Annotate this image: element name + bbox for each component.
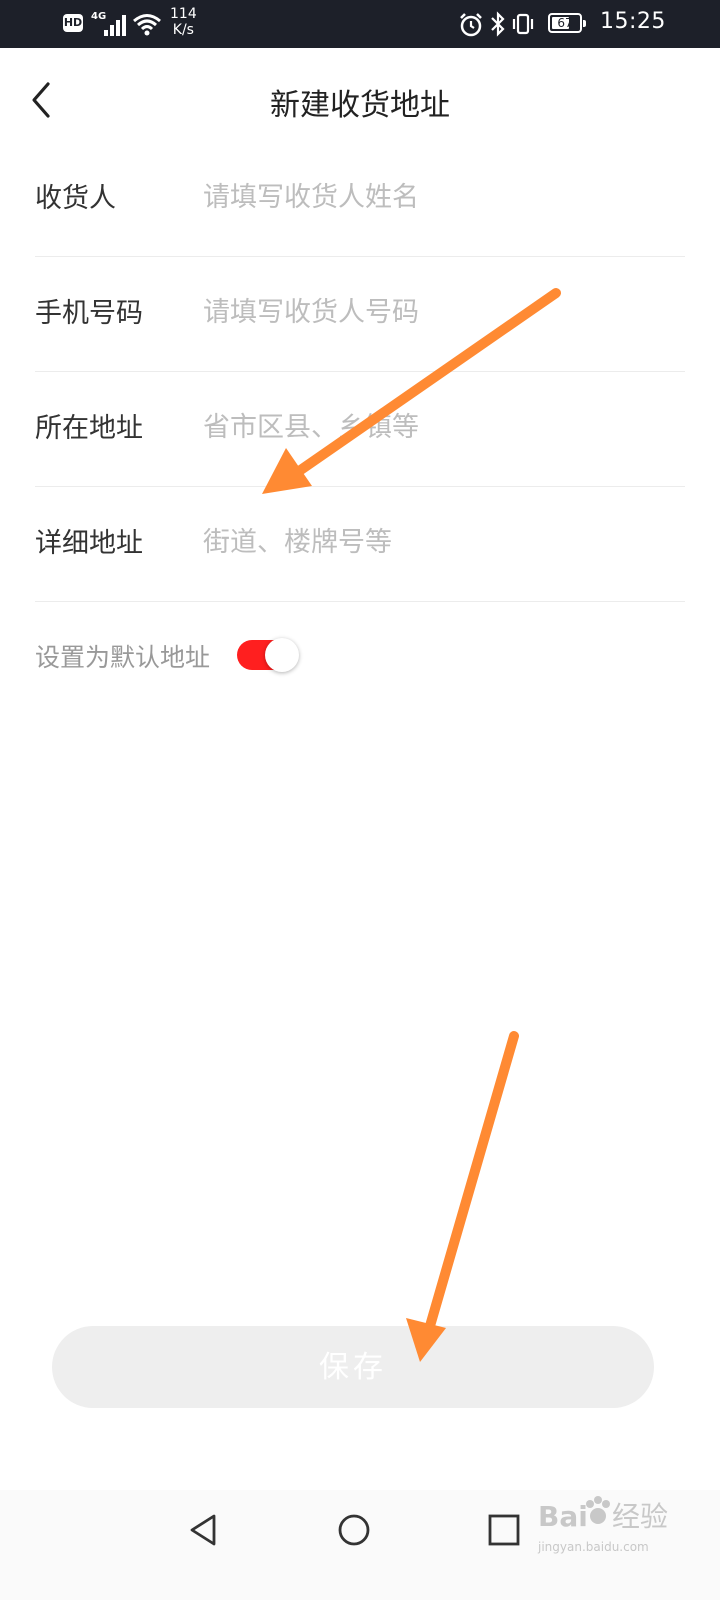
wifi-icon: [133, 14, 161, 36]
network-speed: 114 K/s: [170, 6, 197, 38]
page-title: 新建收货地址: [270, 88, 450, 123]
svg-text:经验: 经验: [612, 1500, 668, 1533]
form-row: 收货人: [35, 142, 685, 257]
alarm-icon: [460, 13, 482, 37]
form-row: 所在地址: [35, 372, 685, 487]
address-form: 收货人手机号码所在地址详细地址: [35, 142, 685, 602]
speed-value: 114: [170, 6, 197, 22]
recent-square-icon[interactable]: [484, 1510, 524, 1550]
form-row: 手机号码: [35, 257, 685, 372]
baidu-jingyan-watermark: Bai 经验 jingyan.baidu.com: [538, 1490, 688, 1560]
bluetooth-icon: [491, 11, 505, 37]
field-label: 所在地址: [35, 413, 143, 444]
svg-text:Bai: Bai: [538, 1500, 588, 1533]
status-bar: HD 4G 114 K/s 67 15:25: [0, 0, 720, 48]
signal-icon: [100, 14, 126, 36]
phone-number-input[interactable]: [201, 281, 675, 343]
default-address-row: 设置为默认地址: [35, 628, 685, 684]
field-label: 收货人: [35, 183, 116, 214]
watermark-logo: Bai 经验: [538, 1496, 668, 1533]
field-label: 手机号码: [35, 298, 143, 329]
default-address-label: 设置为默认地址: [35, 643, 211, 672]
field-label: 详细地址: [35, 528, 143, 559]
watermark-text: jingyan.baidu.com: [538, 1540, 649, 1554]
toggle-knob: [265, 638, 299, 672]
battery-level: 67: [557, 16, 573, 30]
home-circle-icon[interactable]: [334, 1510, 374, 1550]
battery-icon: 67: [548, 13, 586, 33]
save-button[interactable]: 保存: [52, 1326, 654, 1408]
hd-icon: HD: [63, 14, 83, 32]
annotation-arrow-save: [406, 1031, 519, 1362]
back-triangle-icon[interactable]: [184, 1510, 224, 1550]
clock: 15:25: [600, 9, 666, 34]
detail-address-input[interactable]: [201, 511, 675, 573]
default-address-toggle[interactable]: [237, 638, 299, 672]
vibrate-icon: [512, 13, 534, 35]
recipient-name-input[interactable]: [201, 166, 675, 228]
region-input[interactable]: [201, 396, 675, 458]
form-row: 详细地址: [35, 487, 685, 602]
app-header: 新建收货地址: [0, 48, 720, 152]
speed-unit: K/s: [172, 22, 194, 38]
